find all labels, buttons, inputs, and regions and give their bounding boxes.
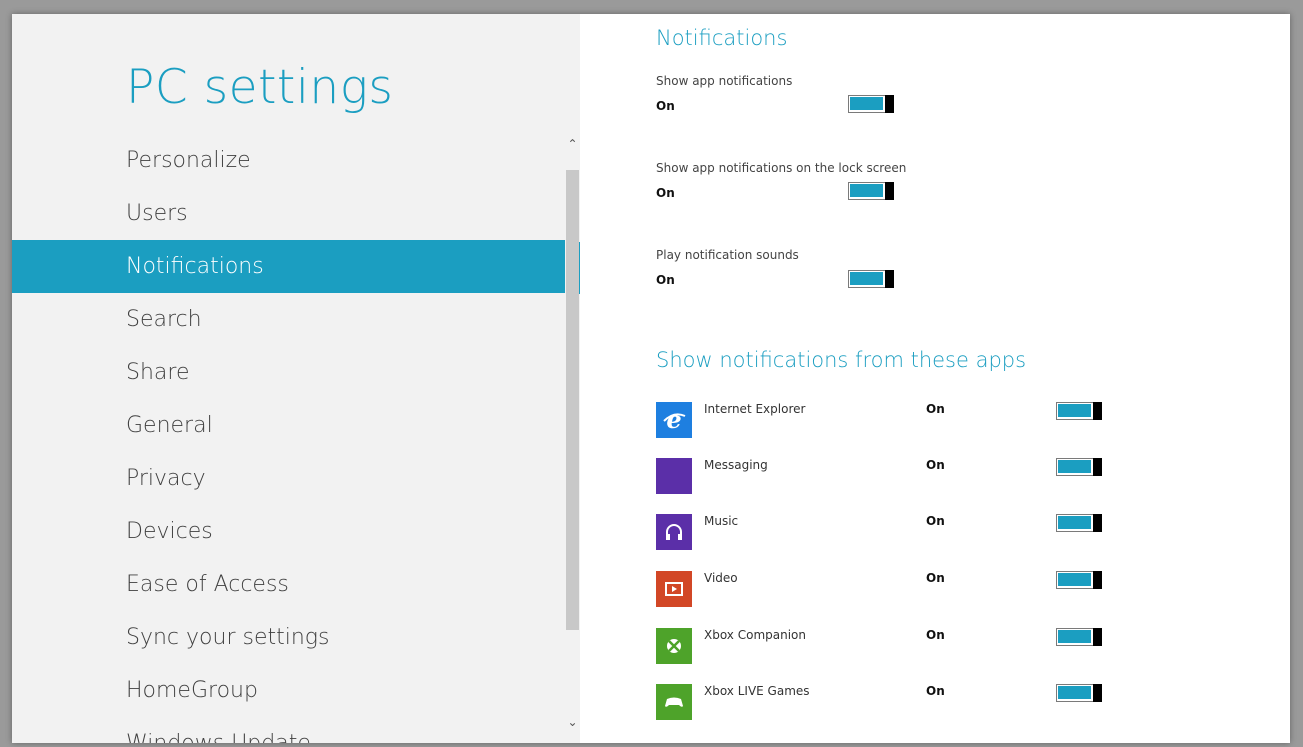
nav-item-ease-of-access[interactable]: Ease of Access bbox=[12, 558, 580, 611]
app-state: On bbox=[926, 628, 945, 642]
nav-item-notifications[interactable]: Notifications bbox=[12, 240, 580, 293]
toggle-fill bbox=[1058, 573, 1091, 586]
app-name: Video bbox=[704, 571, 738, 585]
toggle-messaging[interactable] bbox=[1056, 458, 1102, 476]
setting-state-notification-sounds: On bbox=[656, 273, 675, 287]
nav-item-general[interactable]: General bbox=[12, 399, 580, 452]
toggle-thumb bbox=[1093, 458, 1102, 476]
nav-item-search[interactable]: Search bbox=[12, 293, 580, 346]
app-row-video: Video On bbox=[656, 571, 1256, 611]
nav-item-privacy[interactable]: Privacy bbox=[12, 452, 580, 505]
toggle-thumb bbox=[885, 270, 894, 288]
nav-item-devices[interactable]: Devices bbox=[12, 505, 580, 558]
app-row-xbox-companion: Xbox Companion On bbox=[656, 628, 1256, 668]
toggle-thumb bbox=[1093, 402, 1102, 420]
app-name: Xbox LIVE Games bbox=[704, 684, 810, 698]
setting-state-show-app-notifications: On bbox=[656, 99, 675, 113]
nav-item-personalize[interactable]: Personalize bbox=[12, 134, 580, 187]
nav-item-homegroup[interactable]: HomeGroup bbox=[12, 664, 580, 717]
internet-explorer-icon: e bbox=[656, 402, 692, 438]
app-state: On bbox=[926, 402, 945, 416]
scroll-thumb[interactable] bbox=[566, 170, 579, 630]
scroll-down-arrow-icon[interactable]: ⌄ bbox=[565, 714, 580, 730]
app-state: On bbox=[926, 684, 945, 698]
app-state: On bbox=[926, 458, 945, 472]
app-row-messaging: Messaging On bbox=[656, 458, 1256, 498]
toggle-show-app-notifications[interactable] bbox=[848, 95, 894, 113]
toggle-fill bbox=[1058, 404, 1091, 417]
toggle-thumb bbox=[885, 182, 894, 200]
toggle-thumb bbox=[885, 95, 894, 113]
nav-item-windows-update[interactable]: Windows Update bbox=[12, 717, 580, 743]
nav-item-share[interactable]: Share bbox=[12, 346, 580, 399]
toggle-xbox-live-games[interactable] bbox=[1056, 684, 1102, 702]
setting-state-lock-screen-notifications: On bbox=[656, 186, 675, 200]
gamepad-icon bbox=[656, 684, 692, 720]
app-name: Internet Explorer bbox=[704, 402, 806, 416]
setting-label-lock-screen-notifications: Show app notifications on the lock scree… bbox=[656, 161, 907, 175]
window-frame: PC settings Personalize Users Notificati… bbox=[0, 0, 1303, 747]
toggle-fill bbox=[850, 97, 883, 110]
notifications-heading: Notifications bbox=[656, 26, 788, 50]
toggle-thumb bbox=[1093, 514, 1102, 532]
toggle-thumb bbox=[1093, 571, 1102, 589]
app-row-xbox-live-games: Xbox LIVE Games On bbox=[656, 684, 1256, 724]
toggle-music[interactable] bbox=[1056, 514, 1102, 532]
toggle-video[interactable] bbox=[1056, 571, 1102, 589]
apps-section-heading: Show notifications from these apps bbox=[656, 348, 1027, 372]
app-title: PC settings bbox=[126, 60, 394, 115]
toggle-fill bbox=[850, 184, 883, 197]
toggle-thumb bbox=[1093, 684, 1102, 702]
right-pane: Notifications Show app notifications On … bbox=[580, 14, 1290, 743]
toggle-fill bbox=[1058, 686, 1091, 699]
app-row-music: Music On bbox=[656, 514, 1256, 554]
xbox-icon bbox=[656, 628, 692, 664]
pc-settings-window: PC settings Personalize Users Notificati… bbox=[12, 14, 1290, 743]
app-name: Music bbox=[704, 514, 739, 528]
messaging-icon bbox=[656, 458, 692, 494]
left-pane: PC settings Personalize Users Notificati… bbox=[12, 14, 580, 743]
app-row-internet-explorer: e Internet Explorer On bbox=[656, 402, 1256, 442]
toggle-internet-explorer[interactable] bbox=[1056, 402, 1102, 420]
toggle-fill bbox=[1058, 630, 1091, 643]
toggle-xbox-companion[interactable] bbox=[1056, 628, 1102, 646]
nav-item-sync-settings[interactable]: Sync your settings bbox=[12, 611, 580, 664]
headphones-icon bbox=[656, 514, 692, 550]
nav-scrollbar[interactable]: ⌃ ⌄ bbox=[565, 136, 580, 736]
nav-item-users[interactable]: Users bbox=[12, 187, 580, 240]
app-name: Messaging bbox=[704, 458, 768, 472]
setting-label-notification-sounds: Play notification sounds bbox=[656, 248, 799, 262]
toggle-fill bbox=[1058, 516, 1091, 529]
app-state: On bbox=[926, 514, 945, 528]
toggle-fill bbox=[1058, 460, 1091, 473]
toggle-thumb bbox=[1093, 628, 1102, 646]
app-state: On bbox=[926, 571, 945, 585]
video-play-icon bbox=[656, 571, 692, 607]
svg-text:e: e bbox=[666, 407, 681, 433]
setting-label-show-app-notifications: Show app notifications bbox=[656, 74, 793, 88]
toggle-fill bbox=[850, 272, 883, 285]
scroll-up-arrow-icon[interactable]: ⌃ bbox=[565, 136, 580, 152]
settings-nav: Personalize Users Notifications Search S… bbox=[12, 134, 580, 743]
toggle-lock-screen-notifications[interactable] bbox=[848, 182, 894, 200]
app-name: Xbox Companion bbox=[704, 628, 806, 642]
toggle-notification-sounds[interactable] bbox=[848, 270, 894, 288]
